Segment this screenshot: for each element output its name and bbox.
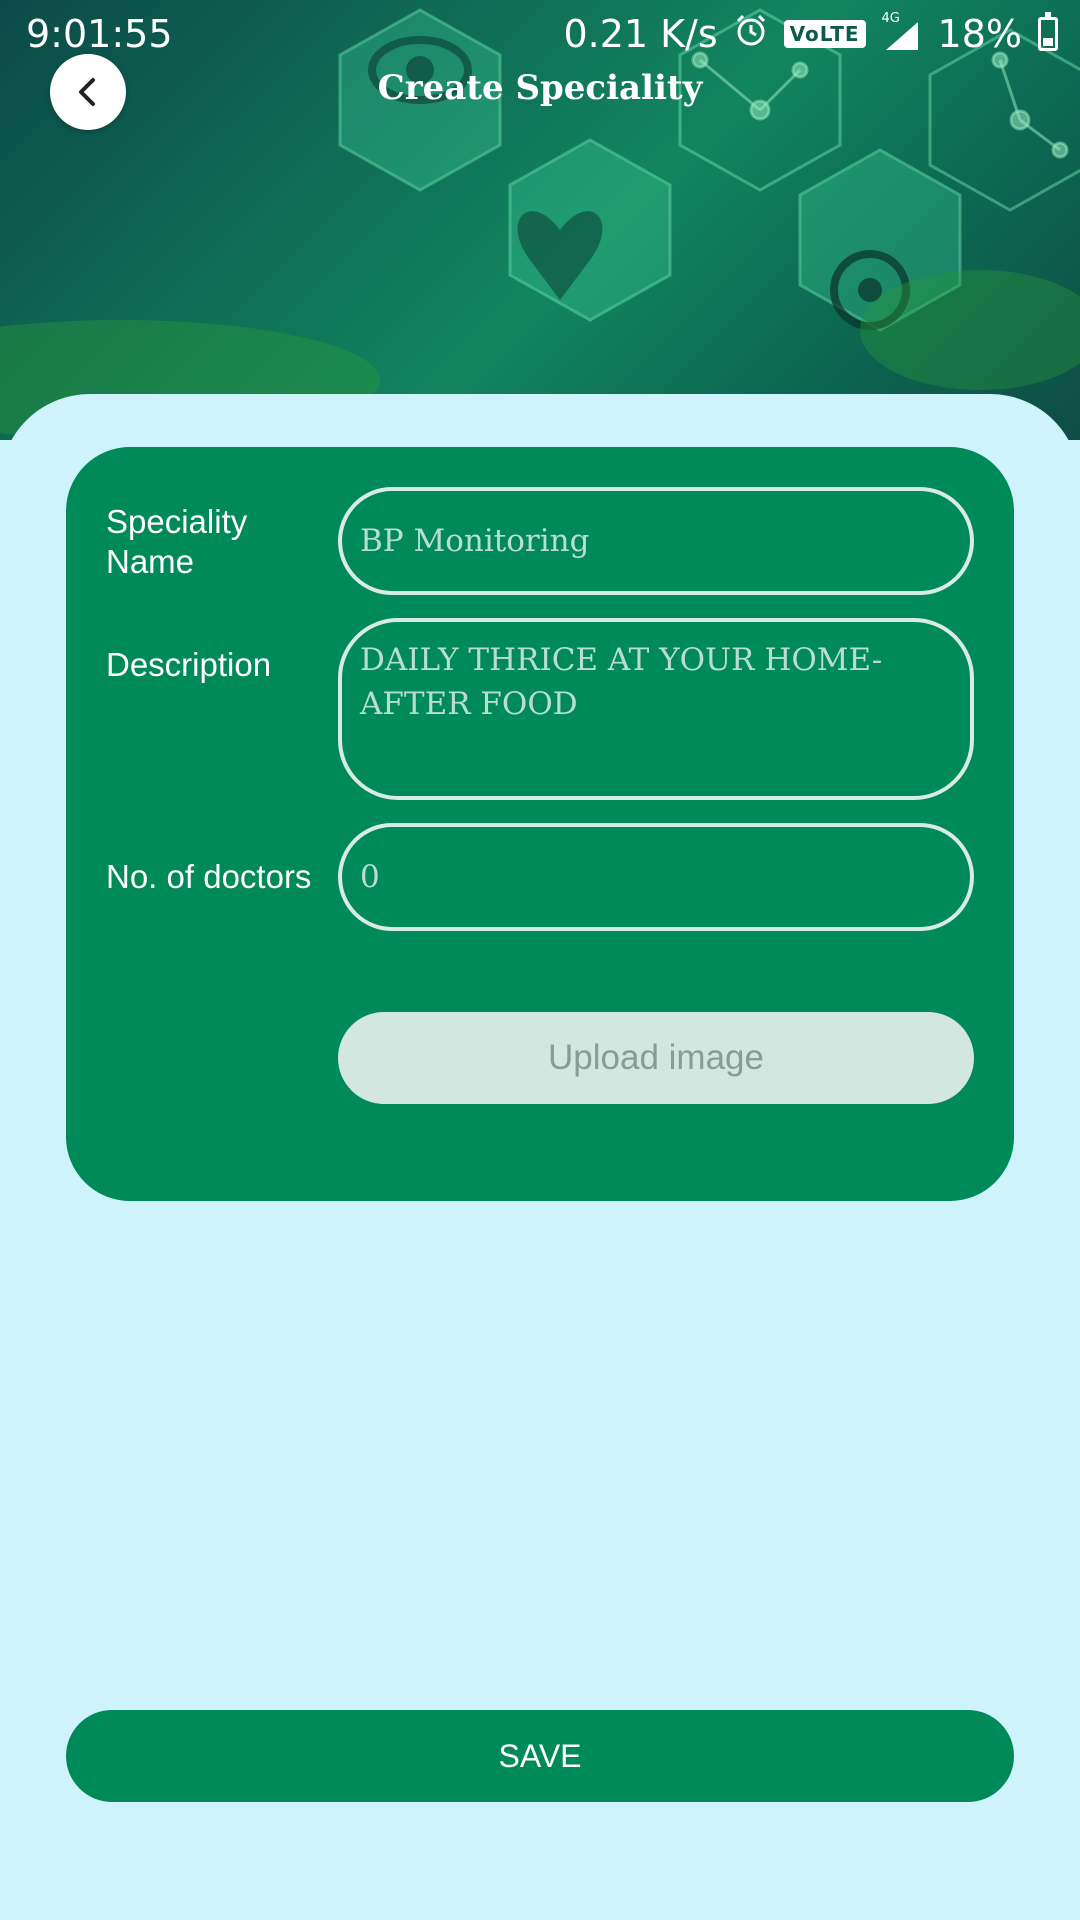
net-speed: 0.21 K/s [563, 12, 718, 56]
description-input[interactable]: DAILY THRICE AT YOUR HOME- AFTER FOOD [338, 618, 974, 800]
status-icons: 0.21 K/s VoLTE 4G 18% [563, 11, 1058, 56]
status-time: 9:01:55 [26, 12, 173, 56]
save-button[interactable]: SAVE [66, 1710, 1014, 1802]
status-bar: 9:01:55 0.21 K/s VoLTE 4G 18% [0, 0, 1080, 66]
speciality-name-input[interactable]: BP Monitoring [338, 487, 974, 595]
page-title: Create Speciality [377, 68, 703, 108]
battery-icon [1038, 12, 1058, 51]
medical-hexagon-pattern [0, 8, 1080, 440]
description-label: Description [106, 646, 272, 683]
signal-icon: 4G [882, 11, 922, 51]
upload-image-button[interactable]: Upload image [338, 1012, 974, 1104]
doctors-count-label: No. of doctors [106, 858, 312, 895]
header-banner-image [0, 0, 1080, 440]
battery-level: 18% [937, 12, 1022, 56]
speciality-name-label: Speciality Name [106, 503, 248, 580]
volte-badge: VoLTE [783, 20, 866, 48]
doctors-count-input[interactable]: 0 [338, 823, 974, 931]
speciality-form-card: Speciality Name BP Monitoring Descriptio… [66, 447, 1014, 1201]
network-type: 4G [881, 11, 900, 26]
alarm-icon [734, 12, 768, 56]
screen: 9:01:55 0.21 K/s VoLTE 4G 18% Create Spe… [0, 0, 1080, 1920]
